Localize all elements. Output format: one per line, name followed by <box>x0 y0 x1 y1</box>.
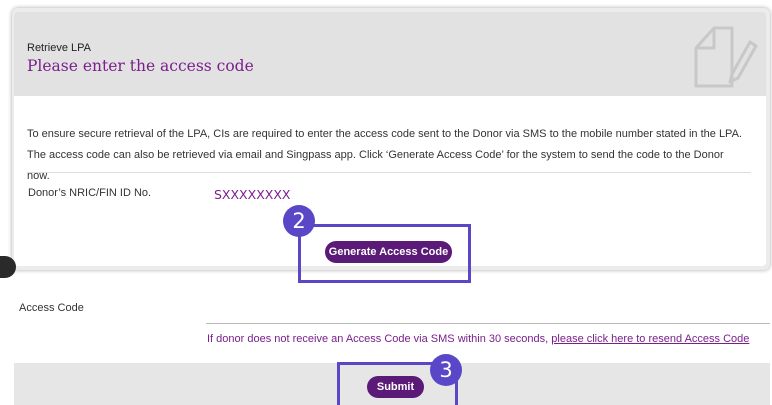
card-header: Retrieve LPA Please enter the access cod… <box>14 12 766 96</box>
floating-widget-edge[interactable] <box>0 256 16 278</box>
step-badge-2: 2 <box>283 205 315 237</box>
nric-value: SXXXXXXXX <box>214 187 291 202</box>
resend-hint-text: If donor does not receive an Access Code… <box>207 333 549 345</box>
access-code-label: Access Code <box>19 302 84 314</box>
resend-access-code-link[interactable]: please click here to resend Access Code <box>551 333 749 345</box>
page-title: Please enter the access code <box>27 57 254 75</box>
nric-label: Donor’s NRIC/FIN ID No. <box>28 187 152 199</box>
submit-button[interactable]: Submit <box>367 376 424 398</box>
breadcrumb: Retrieve LPA <box>27 42 91 54</box>
generate-access-code-button[interactable]: Generate Access Code <box>325 241 452 263</box>
instructions-text: To ensure secure retrieval of the LPA, C… <box>27 128 742 182</box>
access-code-input[interactable] <box>206 298 770 324</box>
document-pen-icon <box>694 26 758 88</box>
resend-hint: If donor does not receive an Access Code… <box>207 333 749 345</box>
step-badge-3: 3 <box>430 354 462 386</box>
divider <box>27 172 751 173</box>
